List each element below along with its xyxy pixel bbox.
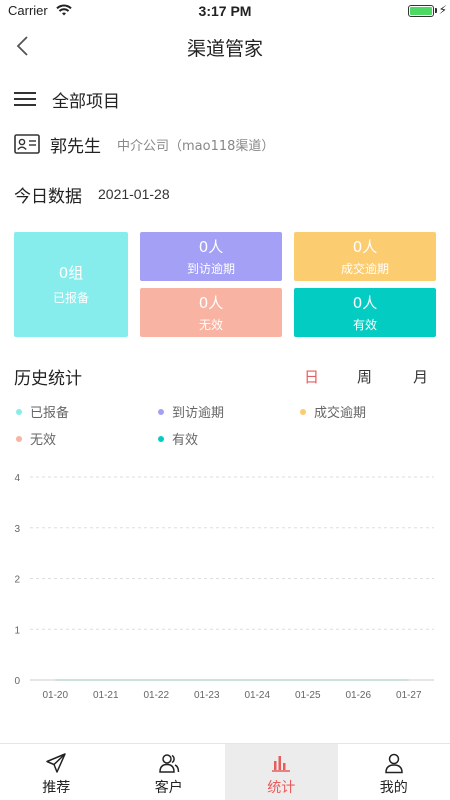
legend-item-reported[interactable]: 已报备 (16, 402, 69, 421)
stat-card-valid[interactable]: 0人 有效 (294, 288, 436, 337)
user-icon (384, 753, 403, 774)
x-tick-label: 01-26 (345, 690, 371, 701)
stat-value: 0人 (352, 294, 378, 312)
tab-statistics[interactable]: 统计 (225, 744, 338, 800)
legend-item-invalid[interactable]: 无效 (16, 429, 56, 448)
y-tick-label: 1 (14, 625, 20, 636)
legend-dot (158, 435, 164, 442)
tab-label: 客户 (154, 780, 183, 796)
send-icon (46, 753, 66, 773)
y-tick-label: 3 (14, 524, 20, 535)
tab-mine[interactable]: 我的 (338, 744, 450, 800)
stat-label: 到访逾期 (186, 262, 235, 276)
charging-icon: ⚡ (438, 3, 447, 17)
today-date: 2021-01-28 (98, 186, 170, 202)
tab-recommend[interactable]: 推荐 (0, 744, 113, 800)
legend-item-valid[interactable]: 有效 (158, 429, 198, 448)
stat-value: 0人 (198, 238, 224, 256)
stat-card-reported[interactable]: 0组 已报备 (14, 232, 128, 337)
user-info: 郭先生 中介公司（mao118渠道） (14, 130, 274, 158)
x-tick-label: 01-23 (194, 690, 220, 701)
battery-tip (435, 8, 437, 13)
bar-chart-icon (272, 756, 291, 772)
legend-label: 已报备 (30, 406, 70, 421)
period-tab-month[interactable]: 月 (413, 366, 428, 387)
status-bar: Carrier 3:17 PM ⚡ (0, 0, 450, 22)
stat-label: 成交逾期 (340, 262, 389, 276)
history-label: 历史统计 (14, 369, 82, 389)
legend-item-visit-overdue[interactable]: 到访逾期 (158, 402, 224, 421)
menu-icon[interactable] (14, 92, 36, 106)
stat-card-deal-overdue[interactable]: 0人 成交逾期 (294, 232, 436, 281)
stat-label: 无效 (198, 318, 223, 332)
legend-label: 成交逾期 (314, 406, 367, 421)
tab-label: 我的 (379, 780, 408, 796)
stat-label: 有效 (352, 318, 377, 332)
user-name: 郭先生 (50, 136, 101, 157)
history-header: 历史统计 日 周 月 (14, 362, 436, 390)
legend-dot (16, 408, 22, 415)
x-tick-label: 01-25 (295, 690, 321, 701)
legend-label: 无效 (30, 433, 57, 448)
y-tick-label: 4 (14, 473, 20, 484)
user-company: 中介公司（mao118渠道） (117, 138, 275, 154)
period-tab-week[interactable]: 周 (357, 366, 372, 387)
nav-bar: 渠道管家 (0, 22, 450, 70)
customers-icon (158, 754, 179, 773)
x-tick-label: 01-21 (93, 690, 119, 701)
tab-label: 推荐 (42, 780, 71, 796)
x-tick-label: 01-27 (396, 690, 422, 701)
legend-dot (300, 408, 306, 415)
tab-bar: 推荐 客户 统计 我的 (0, 743, 450, 800)
status-time: 3:17 PM (198, 3, 252, 19)
y-tick-label: 2 (14, 575, 20, 586)
period-tab-day[interactable]: 日 (304, 366, 319, 387)
battery-icon (408, 5, 434, 17)
today-header: 今日数据 2021-01-28 (14, 180, 170, 208)
stat-card-visit-overdue[interactable]: 0人 到访逾期 (140, 232, 282, 281)
page-title: 渠道管家 (186, 38, 263, 60)
project-label[interactable]: 全部项目 (52, 87, 120, 112)
today-label: 今日数据 (14, 186, 82, 207)
legend-item-deal-overdue[interactable]: 成交逾期 (300, 402, 366, 421)
stat-value: 0人 (352, 238, 378, 256)
x-tick-label: 01-20 (42, 690, 68, 701)
x-tick-label: 01-22 (143, 690, 169, 701)
project-selector[interactable]: 全部项目 (14, 86, 120, 112)
stat-label: 已报备 (52, 291, 89, 305)
y-tick-label: 0 (14, 676, 20, 687)
stat-value: 0人 (198, 294, 224, 312)
tab-label: 统计 (267, 780, 296, 796)
legend-dot (16, 435, 22, 442)
history-line-chart: 0 1 2 3 4 01-20 01-21 01-22 01-23 01-24 01-25 01-26… (14, 473, 434, 701)
tab-customers[interactable]: 客户 (113, 744, 226, 800)
legend-label: 到访逾期 (172, 406, 225, 421)
legend-dot (158, 408, 164, 415)
stat-value: 0组 (58, 264, 84, 282)
stat-card-invalid[interactable]: 0人 无效 (140, 288, 282, 337)
x-tick-label: 01-24 (244, 690, 270, 701)
legend-label: 有效 (172, 433, 199, 448)
id-card-icon (14, 134, 40, 154)
